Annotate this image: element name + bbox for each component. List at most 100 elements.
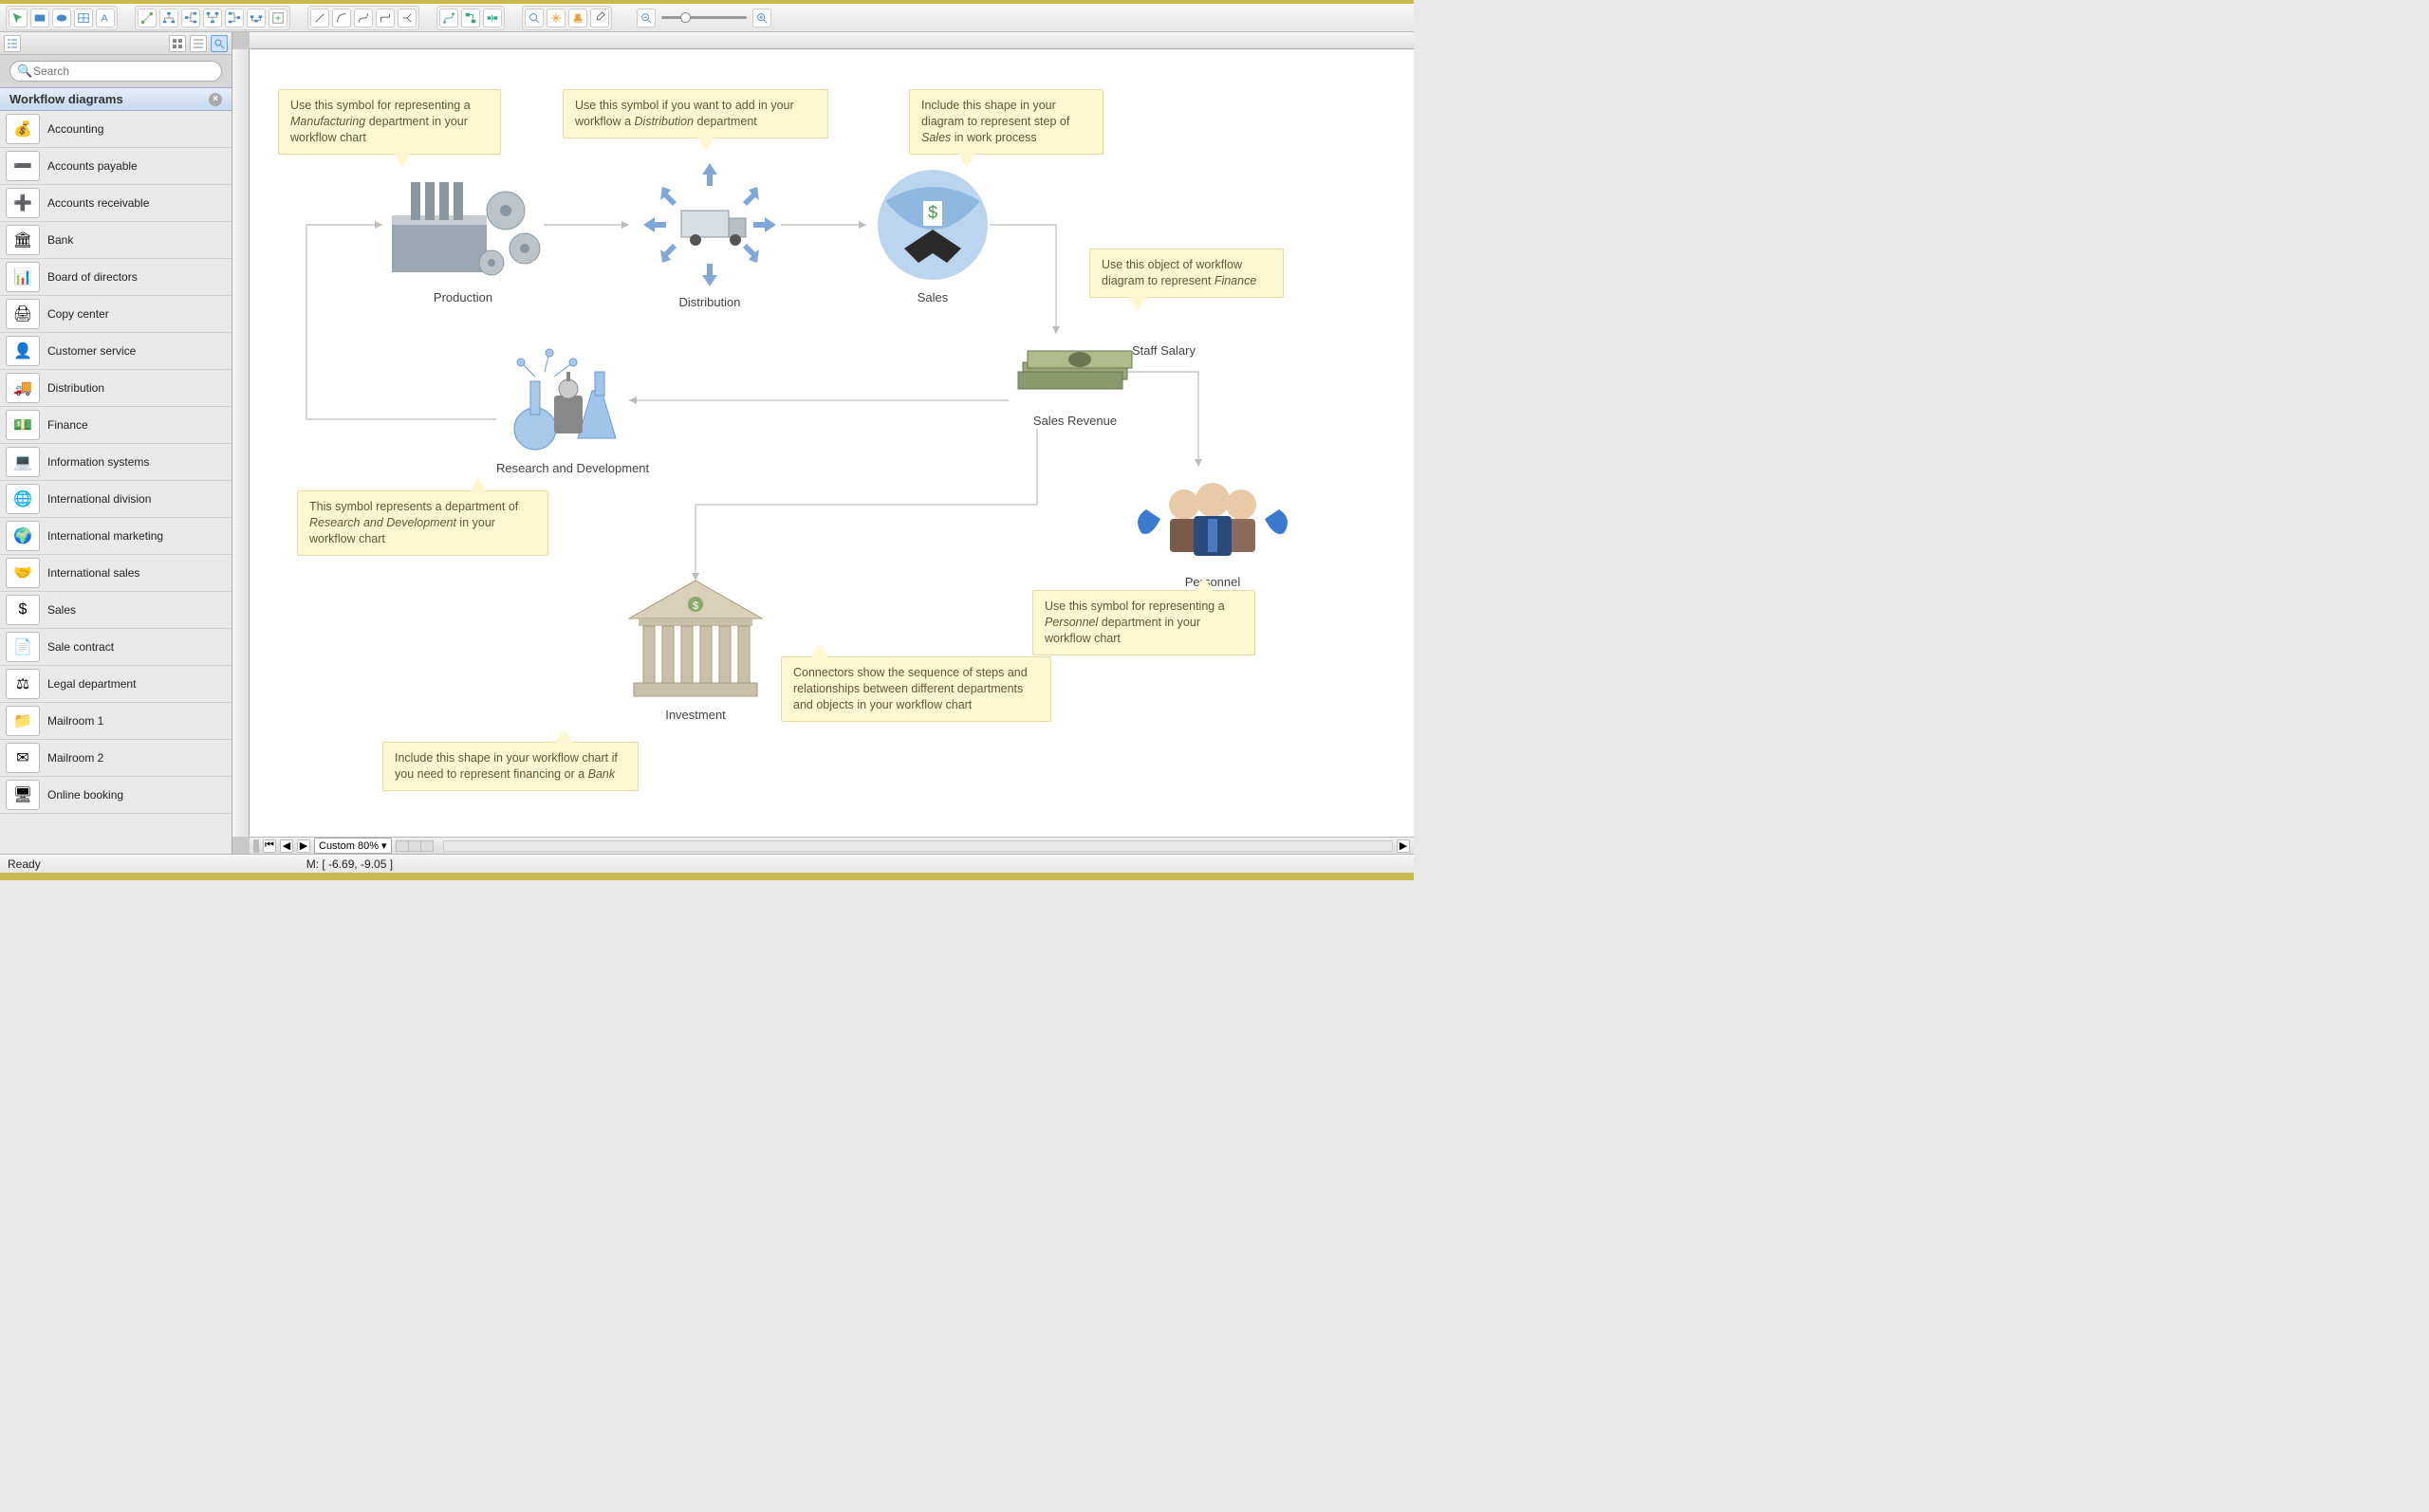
stencil-thumb: 📁 xyxy=(6,706,40,736)
zoom-track[interactable] xyxy=(661,16,747,19)
stencil-item[interactable]: ✉Mailroom 2 xyxy=(0,740,232,777)
callout-production[interactable]: Use this symbol for representing a Manuf… xyxy=(278,89,501,155)
sidebar-header xyxy=(0,32,232,55)
stencil-label: Sales xyxy=(47,603,76,617)
stencil-label: Information systems xyxy=(47,455,149,469)
grid-view-button[interactable] xyxy=(169,35,186,52)
node-sales[interactable]: $ Sales xyxy=(866,163,999,304)
stencil-item[interactable]: ➖Accounts payable xyxy=(0,148,232,185)
status-bar: Ready M: [ -6.69, -9.05 ] xyxy=(0,854,1414,873)
node-production[interactable]: Production xyxy=(382,163,544,304)
node-revenue[interactable]: Sales Revenue xyxy=(1009,324,1141,428)
stencil-item[interactable]: 📊Board of directors xyxy=(0,259,232,296)
search-input[interactable] xyxy=(9,61,222,82)
stencil-item[interactable]: 💻 Information systems xyxy=(0,444,232,481)
callout-sales[interactable]: Include this shape in your diagram to re… xyxy=(909,89,1103,155)
node-personnel[interactable]: Personnel xyxy=(1132,467,1293,589)
zoom-tool[interactable] xyxy=(525,9,544,28)
callout-finance[interactable]: Use this object of workflow diagram to r… xyxy=(1089,249,1284,298)
splitter-handle[interactable] xyxy=(253,839,259,853)
smart-connector-2[interactable] xyxy=(461,9,480,28)
stencil-item[interactable]: $Sales xyxy=(0,592,232,629)
stencil-thumb: ✉ xyxy=(6,743,40,773)
close-library-button[interactable]: × xyxy=(209,93,222,106)
stencil-item[interactable]: 💰Accounting xyxy=(0,111,232,148)
page-thumbnails[interactable] xyxy=(396,840,434,852)
library-title: Workflow diagrams xyxy=(9,92,123,106)
list-view-button[interactable] xyxy=(190,35,207,52)
node-investment[interactable]: $ Investment xyxy=(620,571,771,722)
stencil-thumb: 👤 xyxy=(6,336,40,366)
tree-tool-1[interactable] xyxy=(159,9,178,28)
segment-tool[interactable] xyxy=(138,9,157,28)
stencil-item[interactable]: 💵Finance xyxy=(0,407,232,444)
stencil-item[interactable]: 🖥Online booking xyxy=(0,777,232,814)
stencil-label: Accounts receivable xyxy=(47,196,149,210)
stencil-item[interactable]: 📁 Mailroom 1 xyxy=(0,703,232,740)
stencil-item[interactable]: 🌐International division xyxy=(0,481,232,518)
stencil-thumb: 📊 xyxy=(6,262,40,292)
zoom-thumb[interactable] xyxy=(680,12,691,23)
arc-connector[interactable] xyxy=(332,9,351,28)
stencil-item[interactable]: 🚚Distribution xyxy=(0,370,232,407)
callout-personnel[interactable]: Use this symbol for representing a Perso… xyxy=(1032,590,1255,655)
callout-distribution[interactable]: Use this symbol if you want to add in yo… xyxy=(563,89,828,138)
canvas-area: Production xyxy=(232,32,1414,854)
orthogonal-connector[interactable] xyxy=(376,9,395,28)
stencil-item[interactable]: 🖨Copy center xyxy=(0,296,232,333)
stencil-label: Bank xyxy=(47,233,73,247)
canvas[interactable]: Production xyxy=(250,49,1414,837)
stencil-list: 💰Accounting➖Accounts payable➕Accounts re… xyxy=(0,111,232,854)
chain-tool[interactable] xyxy=(247,9,266,28)
split-connector[interactable] xyxy=(398,9,417,28)
tree-tool-4[interactable] xyxy=(225,9,244,28)
stencil-label: Mailroom 1 xyxy=(47,714,103,728)
stencil-item[interactable]: 🤝International sales xyxy=(0,555,232,592)
hscroll-track[interactable] xyxy=(443,840,1393,852)
ellipse-tool[interactable] xyxy=(52,9,71,28)
smart-connector-3[interactable] xyxy=(483,9,502,28)
callout-text: Use this symbol for representing a Manuf… xyxy=(290,99,471,144)
tree-tool-3[interactable] xyxy=(203,9,222,28)
eyedropper-tool[interactable] xyxy=(590,9,609,28)
smart-connector-1[interactable] xyxy=(439,9,458,28)
library-title-bar[interactable]: Workflow diagrams × xyxy=(0,87,232,111)
first-page-button[interactable]: ⏮ xyxy=(263,839,276,853)
stencil-item[interactable]: ➕Accounts receivable xyxy=(0,185,232,222)
stamp-tool[interactable] xyxy=(568,9,587,28)
prev-page-button[interactable]: ◀ xyxy=(280,839,293,853)
table-tool[interactable] xyxy=(74,9,93,28)
line-connector[interactable] xyxy=(310,9,329,28)
toolbar-group-view xyxy=(522,6,612,30)
zoom-in-button[interactable] xyxy=(752,9,771,28)
zoom-out-button[interactable] xyxy=(637,9,656,28)
insert-tool[interactable] xyxy=(269,9,287,28)
bezier-connector[interactable] xyxy=(354,9,373,28)
callout-text: This symbol represents a department of R… xyxy=(309,500,518,545)
stencil-item[interactable]: 📄Sale contract xyxy=(0,629,232,666)
tree-view-button[interactable] xyxy=(4,35,21,52)
pointer-tool[interactable] xyxy=(9,9,28,28)
callout-investment[interactable]: Include this shape in your workflow char… xyxy=(382,742,639,791)
stencil-item[interactable]: ⚖Legal department xyxy=(0,666,232,703)
stencil-item[interactable]: 👤Customer service xyxy=(0,333,232,370)
stencil-item[interactable]: 🏛Bank xyxy=(0,222,232,259)
callout-connectors[interactable]: Connectors show the sequence of steps an… xyxy=(781,656,1051,722)
stencil-item[interactable]: 🌍International marketing xyxy=(0,518,232,555)
svg-text:$: $ xyxy=(928,203,937,222)
window-bottom-accent xyxy=(0,873,1414,880)
node-rnd[interactable]: Research and Development xyxy=(496,343,649,475)
search-wrap: 🔍 xyxy=(0,55,232,87)
rect-tool[interactable] xyxy=(30,9,49,28)
node-distribution[interactable]: Distribution xyxy=(629,158,790,309)
next-page-button[interactable]: ▶ xyxy=(297,839,310,853)
text-tool[interactable]: A xyxy=(96,9,115,28)
scroll-right-button[interactable]: ▶ xyxy=(1397,839,1410,853)
tree-tool-2[interactable] xyxy=(181,9,200,28)
zoom-select[interactable]: Custom 80% ▾ xyxy=(314,838,392,854)
search-view-button[interactable] xyxy=(211,35,228,52)
callout-rnd[interactable]: This symbol represents a department of R… xyxy=(297,490,548,556)
stencil-thumb: 💻 xyxy=(6,447,40,477)
stencil-thumb: ➖ xyxy=(6,151,40,181)
pan-tool[interactable] xyxy=(547,9,566,28)
